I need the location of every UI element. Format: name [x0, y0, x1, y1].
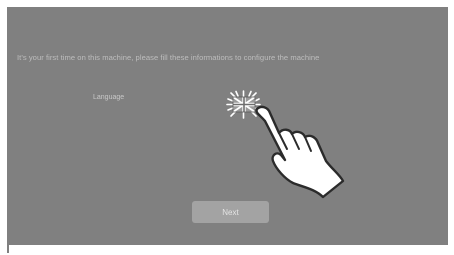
intro-text: It's your first time on this machine, pl…	[17, 53, 320, 62]
language-label: Language	[93, 94, 125, 101]
bottom-edge	[7, 245, 448, 251]
left-edge-tick	[7, 245, 9, 253]
pointing-hand-icon	[255, 105, 345, 199]
next-button[interactable]: Next	[192, 201, 269, 223]
setup-screen: It's your first time on this machine, pl…	[7, 7, 448, 245]
